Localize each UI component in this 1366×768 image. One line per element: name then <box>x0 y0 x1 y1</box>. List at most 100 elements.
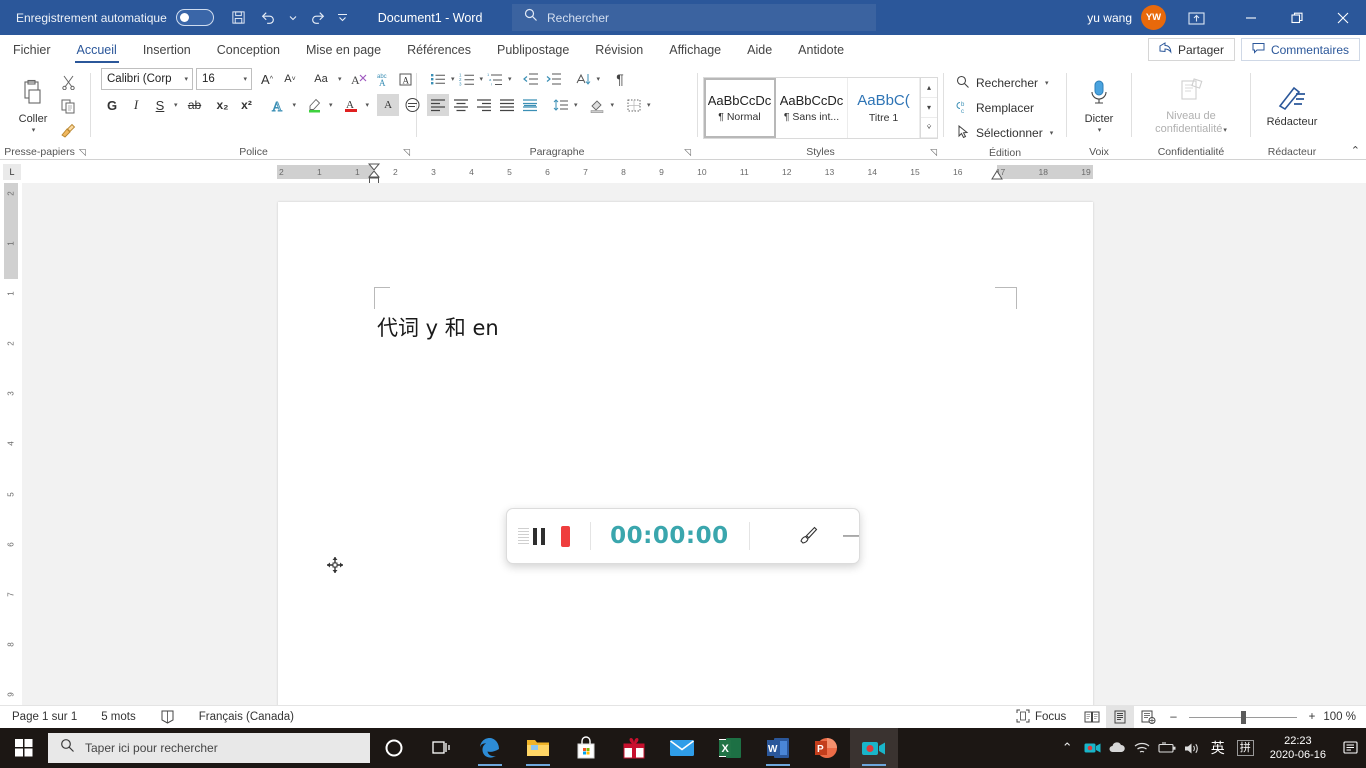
zoom-level[interactable]: 100 % <box>1319 711 1366 723</box>
drag-grip-icon[interactable] <box>515 524 529 548</box>
task-view-icon[interactable] <box>418 728 466 768</box>
tab-accueil[interactable]: Accueil <box>64 35 130 65</box>
restore-button[interactable] <box>1274 0 1320 35</box>
redo-icon[interactable] <box>305 6 331 30</box>
increase-indent-icon[interactable] <box>543 68 565 90</box>
collapse-ribbon-icon[interactable]: ⌃ <box>1351 144 1360 157</box>
volume-icon[interactable] <box>1180 728 1205 768</box>
chevron-down-icon[interactable]: ▾ <box>921 97 937 118</box>
web-layout-icon[interactable] <box>1134 706 1162 729</box>
italic-button[interactable]: I <box>125 94 147 116</box>
vertical-ruler[interactable]: 2 1 1 2 3 4 5 6 7 8 9 <box>0 183 22 705</box>
taskbar-clock[interactable]: 22:23 2020-06-16 <box>1260 734 1336 762</box>
find-button[interactable]: Rechercher ▾ <box>952 71 1049 95</box>
distribute-icon[interactable] <box>519 94 541 116</box>
stop-icon[interactable] <box>561 525 570 547</box>
replace-button[interactable]: bc Remplacer <box>952 96 1034 120</box>
tab-references[interactable]: Références <box>394 35 484 65</box>
styles-gallery[interactable]: AaBbCcDc ¶ Normal AaBbCcDc ¶ Sans int...… <box>703 76 938 139</box>
battery-icon[interactable] <box>1155 728 1180 768</box>
more-styles-icon[interactable]: ⩒ <box>921 117 937 138</box>
tab-stop-selector[interactable]: L <box>3 164 21 180</box>
close-button[interactable] <box>1320 0 1366 35</box>
character-shading-icon[interactable]: A <box>377 94 400 116</box>
style-titre-1[interactable]: AaBbC( Titre 1 <box>848 77 920 138</box>
chevron-down-icon[interactable]: ▾ <box>1050 129 1054 137</box>
autosave-toggle[interactable] <box>175 9 214 26</box>
account-area[interactable]: yu wang YW <box>1087 0 1166 35</box>
chevron-down-icon[interactable]: ▾ <box>574 101 578 109</box>
tab-fichier[interactable]: Fichier <box>0 35 64 65</box>
tab-aide[interactable]: Aide <box>734 35 785 65</box>
multilevel-list-icon[interactable]: 1ai <box>484 68 506 90</box>
cortana-icon[interactable] <box>370 728 418 768</box>
chevron-down-icon[interactable]: ▾ <box>329 101 333 109</box>
minimize-button[interactable] <box>1228 0 1274 35</box>
zoom-in-button[interactable]: + <box>1305 711 1320 723</box>
font-color-icon[interactable]: A <box>341 94 363 116</box>
autosave-toggle-group[interactable]: Enregistrement automatique <box>16 9 214 26</box>
powerpoint-icon[interactable]: P <box>802 728 850 768</box>
paste-dropdown-icon[interactable]: ▾ <box>32 126 36 134</box>
screen-recorder-icon[interactable] <box>850 728 898 768</box>
chevron-down-icon[interactable]: ▾ <box>597 75 601 83</box>
document-canvas[interactable]: 代词 y 和 en <box>22 183 1366 705</box>
print-layout-icon[interactable] <box>1106 705 1135 729</box>
dictate-dropdown-icon[interactable]: ▾ <box>1098 126 1102 134</box>
tab-antidote[interactable]: Antidote <box>785 35 857 65</box>
tab-revision[interactable]: Révision <box>582 35 656 65</box>
windows-start-icon[interactable] <box>0 728 48 768</box>
highlight-icon[interactable] <box>304 94 326 116</box>
shrink-font-icon[interactable]: A ˅ <box>279 68 301 90</box>
ruler-track[interactable]: 2 1 1 2 3 4 5 6 7 8 9 10 11 12 13 14 15 … <box>277 163 1093 185</box>
action-center-icon[interactable] <box>1336 728 1366 768</box>
pause-icon[interactable] <box>533 527 545 545</box>
align-left-icon[interactable] <box>427 94 449 116</box>
dictate-button[interactable]: Dicter ▾ <box>1077 79 1121 134</box>
avatar[interactable]: YW <box>1141 5 1166 30</box>
focus-mode-button[interactable]: Focus <box>1004 709 1078 726</box>
chevron-down-icon[interactable]: ▾ <box>611 101 615 109</box>
chevron-down-icon[interactable]: ▾ <box>243 75 247 83</box>
document-page[interactable]: 代词 y 和 en <box>278 202 1093 705</box>
strikethrough-button[interactable]: ab <box>180 94 210 116</box>
read-mode-icon[interactable] <box>1078 706 1106 729</box>
bold-button[interactable]: G <box>101 94 123 116</box>
chevron-up-icon[interactable]: ▴ <box>921 77 937 98</box>
file-explorer-icon[interactable] <box>514 728 562 768</box>
gift-icon[interactable] <box>610 728 658 768</box>
indent-markers[interactable] <box>367 163 381 185</box>
brush-icon[interactable] <box>797 523 819 550</box>
tab-mise-en-page[interactable]: Mise en page <box>293 35 394 65</box>
save-icon[interactable] <box>226 6 252 30</box>
sort-icon[interactable] <box>573 68 595 90</box>
search-box[interactable]: Rechercher <box>512 4 876 31</box>
align-right-icon[interactable] <box>473 94 495 116</box>
undo-icon[interactable] <box>255 6 281 30</box>
cut-icon[interactable] <box>57 71 79 93</box>
phonetic-guide-icon[interactable]: abc A <box>372 68 394 90</box>
page-indicator[interactable]: Page 1 sur 1 <box>0 711 89 723</box>
chevron-down-icon[interactable]: ▾ <box>174 101 178 109</box>
chevron-down-icon[interactable]: ▾ <box>451 75 455 83</box>
decrease-indent-icon[interactable] <box>520 68 542 90</box>
document-text[interactable]: 代词 y 和 en <box>377 312 499 342</box>
zoom-slider[interactable] <box>1188 706 1297 729</box>
comments-button[interactable]: Commentaires <box>1240 38 1360 61</box>
ime-mode-indicator[interactable]: 拼 <box>1236 740 1254 756</box>
enclose-characters-icon[interactable]: A <box>395 68 417 90</box>
paste-button[interactable]: Coller ▾ <box>11 79 55 134</box>
chevron-down-icon[interactable]: ▾ <box>184 75 188 83</box>
dialog-launcher-icon[interactable]: ◹ <box>403 147 410 158</box>
shading-icon[interactable] <box>587 94 609 116</box>
chevron-down-icon[interactable]: ▾ <box>338 75 342 83</box>
horizontal-ruler[interactable]: L 2 1 1 2 3 4 5 6 7 8 9 10 11 12 13 14 1… <box>0 161 1366 185</box>
font-name-combobox[interactable]: Calibri (Corp ▾ <box>101 68 193 90</box>
font-size-combobox[interactable]: 16 ▾ <box>196 68 252 90</box>
format-painter-icon[interactable] <box>57 119 79 141</box>
excel-icon[interactable]: X <box>706 728 754 768</box>
wifi-icon[interactable] <box>1130 728 1155 768</box>
align-center-icon[interactable] <box>450 94 472 116</box>
line-spacing-icon[interactable] <box>550 94 572 116</box>
style-sans-interligne[interactable]: AaBbCcDc ¶ Sans int... <box>776 77 848 138</box>
